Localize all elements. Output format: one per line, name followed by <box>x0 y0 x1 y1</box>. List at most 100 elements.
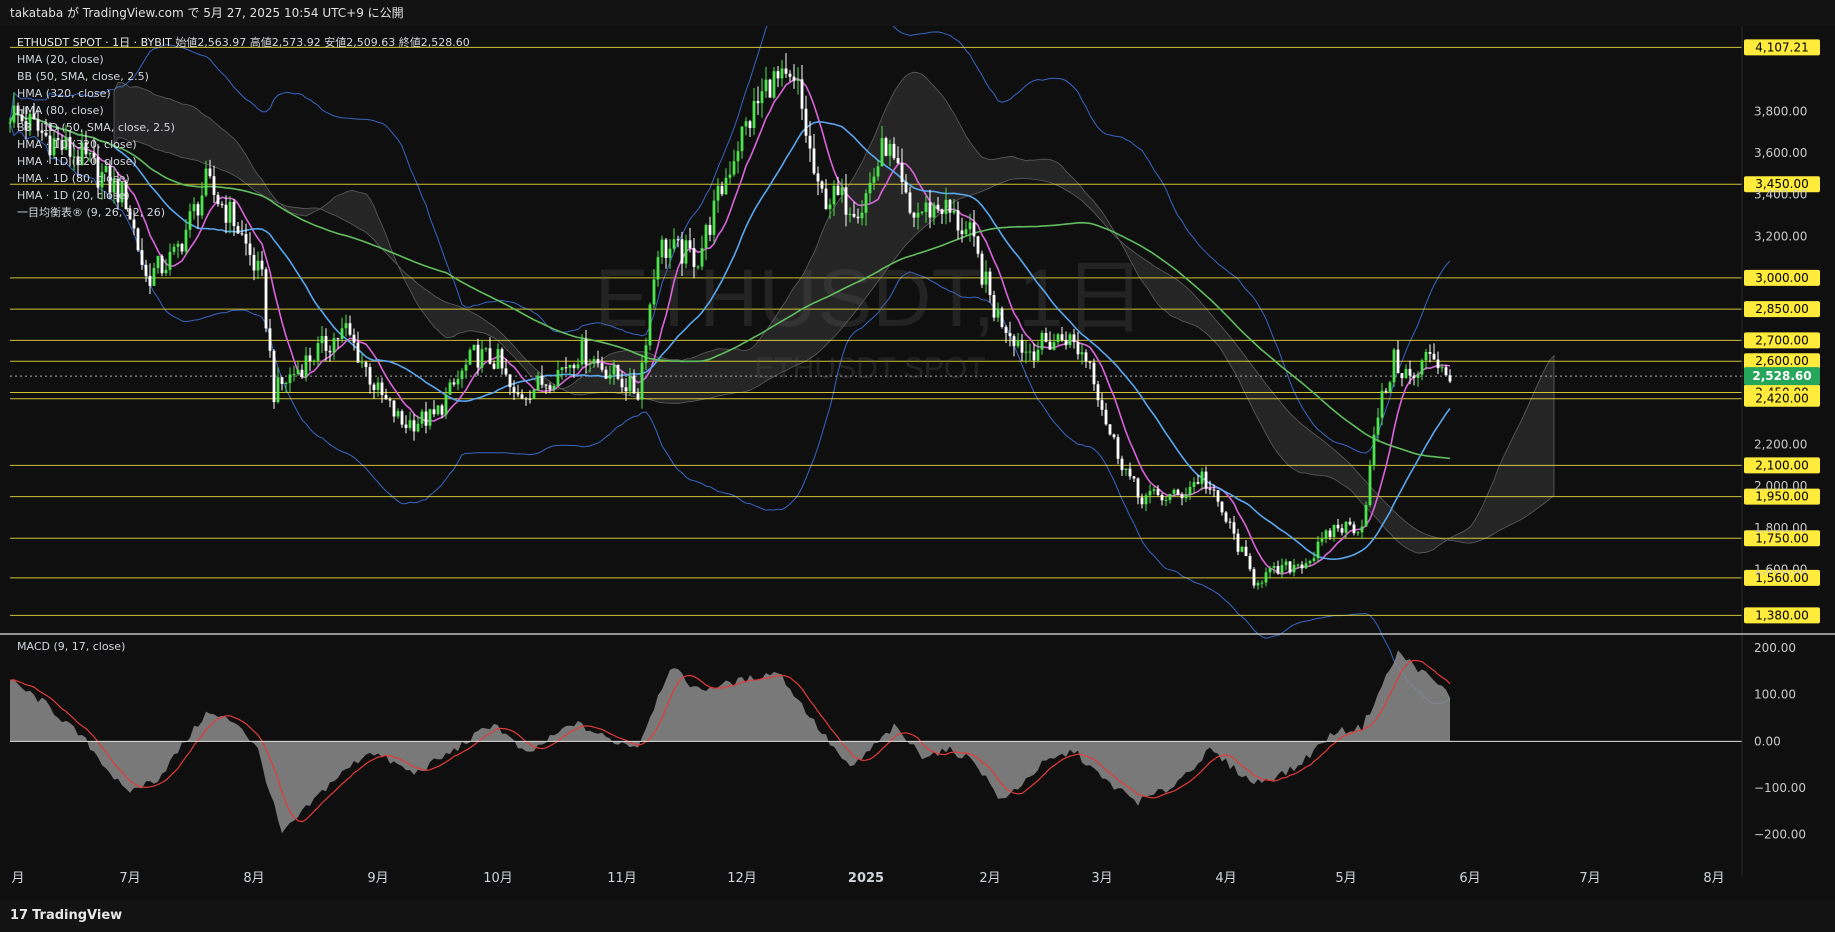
low-label: 安値 <box>324 36 347 49</box>
candle-body <box>448 382 452 395</box>
candle-body <box>1032 351 1036 361</box>
candle-body <box>972 222 976 237</box>
candle-body <box>548 385 552 390</box>
candle-body <box>1284 561 1288 566</box>
candle-body <box>1352 524 1356 534</box>
indicator-item[interactable]: BB · 1D (50, SMA, close, 2.5) <box>17 119 470 136</box>
candle-body <box>156 255 160 269</box>
level-label: 2,600.00 <box>1744 353 1820 370</box>
time-tick-label: 月 <box>11 871 24 886</box>
candle-body <box>252 254 256 271</box>
indicator-item[interactable]: HMA (20, close) <box>17 51 470 68</box>
candle-body <box>280 377 284 384</box>
candle-body <box>184 229 188 252</box>
candle-body <box>524 398 528 400</box>
candle-body <box>672 239 676 249</box>
watermark-title: ETHUSDT, 1日 <box>594 253 1145 344</box>
candle-body <box>740 126 744 152</box>
macd-title[interactable]: MACD (9, 17, close) <box>17 640 125 653</box>
candle-body <box>908 192 912 213</box>
indicator-item[interactable]: HMA (320, close) <box>17 85 470 102</box>
candle-body <box>152 268 156 286</box>
indicator-item[interactable]: HMA · 1D (80, close) <box>17 170 470 187</box>
candle-body <box>1064 340 1068 346</box>
candle-body <box>648 304 652 346</box>
candle-body <box>1028 351 1032 353</box>
candle-body <box>560 367 564 371</box>
level-label: 3,000.00 <box>1744 269 1820 286</box>
candle-body <box>1044 332 1048 342</box>
indicator-item[interactable]: HMA · 1D (20, close) <box>17 187 470 204</box>
candle-body <box>1128 468 1132 477</box>
candle-body <box>612 364 616 375</box>
candle-body <box>304 355 308 377</box>
candle-body <box>432 409 436 415</box>
symbol-name[interactable]: ETHUSDT SPOT · 1日 · BYBIT <box>17 36 172 49</box>
candle-body <box>352 334 356 343</box>
candle-body <box>724 177 728 195</box>
candle-body <box>1364 505 1368 527</box>
candle-body <box>1412 375 1416 378</box>
candle-body <box>1084 352 1088 362</box>
candle-body <box>508 374 512 387</box>
candle-body <box>1444 367 1448 376</box>
candle-body <box>1404 368 1408 379</box>
level-label: 2,700.00 <box>1744 332 1820 349</box>
candle-body <box>316 343 320 361</box>
candle-body <box>636 393 640 400</box>
candle-body <box>1140 497 1144 505</box>
candle-body <box>1160 494 1164 501</box>
indicator-item[interactable]: HMA · 1D (320, close) <box>17 153 470 170</box>
price-tick-label: 3,400.00 <box>1754 188 1807 202</box>
level-label-text: 1,380.00 <box>1755 608 1808 622</box>
indicator-item[interactable]: BB (50, SMA, close, 2.5) <box>17 68 470 85</box>
indicator-item[interactable]: 一目均衡表® (9, 26, 52, 26) <box>17 204 470 221</box>
candle-body <box>884 138 888 156</box>
candle-body <box>864 193 868 213</box>
level-label-text: 4,107.21 <box>1755 40 1808 54</box>
candle-body <box>1388 382 1392 392</box>
candle-body <box>440 405 444 415</box>
candle-body <box>1232 522 1236 534</box>
candle-body <box>628 375 632 392</box>
candle-body <box>1392 349 1396 383</box>
candle-body <box>1428 351 1432 354</box>
candle-body <box>1272 566 1276 568</box>
candle-body <box>496 349 500 369</box>
candle-body <box>1240 546 1244 552</box>
candle-body <box>1292 564 1296 573</box>
candle-body <box>552 385 556 390</box>
candle-body <box>140 250 144 265</box>
candle-body <box>572 364 576 369</box>
candle-body <box>412 420 416 432</box>
candle-body <box>1348 521 1352 525</box>
candle-body <box>912 212 916 218</box>
candle-body <box>844 187 848 215</box>
candle-body <box>12 105 16 123</box>
candle-body <box>400 411 404 425</box>
time-tick-label: 8月 <box>243 871 264 886</box>
candle-body <box>680 239 684 264</box>
footer-brand[interactable]: 17 TradingView <box>0 900 1835 932</box>
candle-body <box>1372 434 1376 466</box>
candle-body <box>248 243 252 255</box>
indicator-item[interactable]: HMA (80, close) <box>17 102 470 119</box>
candle-body <box>688 240 692 249</box>
candle-body <box>1304 563 1308 569</box>
indicator-item[interactable]: HMA · 1D (320, close) <box>17 136 470 153</box>
candle-body <box>1236 533 1240 552</box>
candle-body <box>1340 528 1344 533</box>
candle-body <box>176 243 180 247</box>
price-tick-label: 3,800.00 <box>1754 104 1807 118</box>
candle-body <box>736 151 740 162</box>
candle-body <box>532 389 536 399</box>
candle-body <box>1108 424 1112 435</box>
time-tick-label: 8月 <box>1703 871 1724 886</box>
price-tick-label: 2,200.00 <box>1754 438 1807 452</box>
candle-body <box>644 345 648 363</box>
candle-body <box>1396 349 1400 374</box>
candle-body <box>860 212 864 219</box>
candle-body <box>980 253 984 285</box>
candle-body <box>568 364 572 368</box>
close-label: 終値 <box>398 36 421 49</box>
